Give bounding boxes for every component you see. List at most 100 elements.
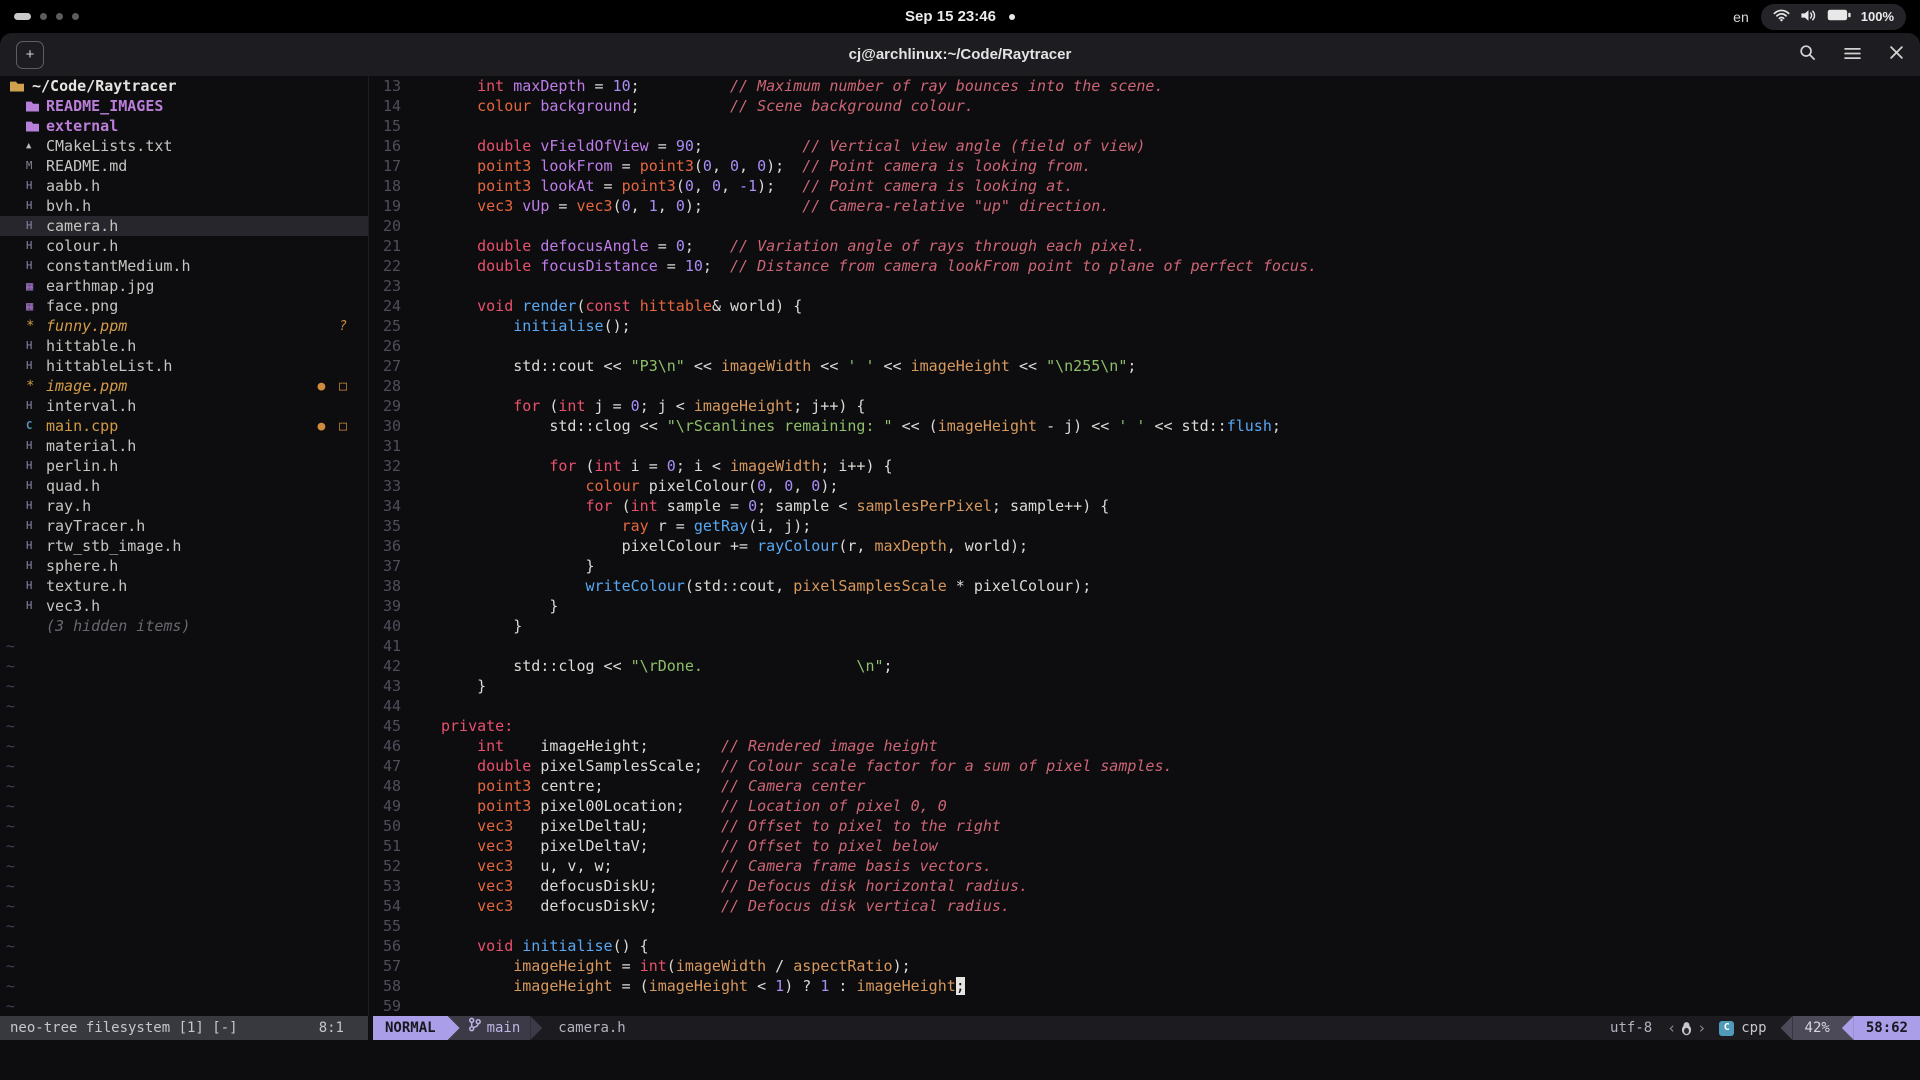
tree-item-README_IMAGES[interactable]: README_IMAGES: [0, 96, 368, 116]
code-line[interactable]: 22 double focusDistance = 10; // Distanc…: [369, 256, 1920, 276]
code-line[interactable]: 42 std::clog << "\rDone. \n";: [369, 656, 1920, 676]
code-token: flush: [1227, 417, 1272, 435]
code-line[interactable]: 24 void render(const hittable& world) {: [369, 296, 1920, 316]
code-line[interactable]: 48 point3 centre; // Camera center: [369, 776, 1920, 796]
code-line[interactable]: 19 vec3 vUp = vec3(0, 1, 0); // Camera-r…: [369, 196, 1920, 216]
new-tab-button[interactable]: +: [16, 41, 44, 69]
workspace-active-indicator[interactable]: [14, 13, 31, 20]
code-line[interactable]: 47 double pixelSamplesScale; // Colour s…: [369, 756, 1920, 776]
tree-item-rayTracer.h[interactable]: HrayTracer.h: [0, 516, 368, 536]
code-line[interactable]: 21 double defocusAngle = 0; // Variation…: [369, 236, 1920, 256]
tree-item-CMakeLists.txt[interactable]: ▲CMakeLists.txt: [0, 136, 368, 156]
tree-item-ray.h[interactable]: Hray.h: [0, 496, 368, 516]
command-line[interactable]: [0, 1040, 1920, 1080]
tree-item-hittable.h[interactable]: Hhittable.h: [0, 336, 368, 356]
code-line[interactable]: 33 colour pixelColour(0, 0, 0);: [369, 476, 1920, 496]
neo-tree-panel[interactable]: ~/Code/RaytracerREADME_IMAGESexternal▲CM…: [0, 76, 369, 1016]
code-line[interactable]: 55: [369, 916, 1920, 936]
tree-item-funny.ppm[interactable]: *funny.ppm?: [0, 316, 368, 336]
code-line[interactable]: 46 int imageHeight; // Rendered image he…: [369, 736, 1920, 756]
code-line[interactable]: 44: [369, 696, 1920, 716]
code-line[interactable]: 17 point3 lookFrom = point3(0, 0, 0); //…: [369, 156, 1920, 176]
code-line[interactable]: 14 colour background; // Scene backgroun…: [369, 96, 1920, 116]
workspace-indicators[interactable]: [14, 13, 79, 20]
code-line[interactable]: 27 std::cout << "P3\n" << imageWidth << …: [369, 356, 1920, 376]
code-line[interactable]: 40 }: [369, 616, 1920, 636]
tree-item-image.ppm[interactable]: *image.ppm● □: [0, 376, 368, 396]
line-number: 49: [369, 796, 401, 816]
clock-menu[interactable]: Sep 15 23:46: [905, 8, 1015, 25]
tree-item-perlin.h[interactable]: Hperlin.h: [0, 456, 368, 476]
code-line[interactable]: 28: [369, 376, 1920, 396]
tree-item-README.md[interactable]: MREADME.md: [0, 156, 368, 176]
code-line[interactable]: 25 initialise();: [369, 316, 1920, 336]
tree-item-aabb.h[interactable]: Haabb.h: [0, 176, 368, 196]
code-line[interactable]: 31: [369, 436, 1920, 456]
code-line[interactable]: 45private:: [369, 716, 1920, 736]
tree-item-quad.h[interactable]: Hquad.h: [0, 476, 368, 496]
code-line[interactable]: 52 vec3 u, v, w; // Camera frame basis v…: [369, 856, 1920, 876]
code-line[interactable]: 26: [369, 336, 1920, 356]
workspace-dot[interactable]: [56, 13, 63, 20]
code-line[interactable]: 34 for (int sample = 0; sample < samples…: [369, 496, 1920, 516]
tree-item-constantMedium.h[interactable]: HconstantMedium.h: [0, 256, 368, 276]
tree-item-face.png[interactable]: ▦face.png: [0, 296, 368, 316]
code-line[interactable]: 36 pixelColour += rayColour(r, maxDepth,…: [369, 536, 1920, 556]
tree-item-earthmap.jpg[interactable]: ▦earthmap.jpg: [0, 276, 368, 296]
code-line[interactable]: 53 vec3 defocusDiskU; // Defocus disk ho…: [369, 876, 1920, 896]
terminal-header: + cj@archlinux:~/Code/Raytracer: [0, 33, 1920, 76]
close-icon[interactable]: [1889, 45, 1904, 64]
workspace-dot[interactable]: [72, 13, 79, 20]
tree-item-label: sphere.h: [46, 557, 118, 575]
tree-item-rtw_stb_image.h[interactable]: Hrtw_stb_image.h: [0, 536, 368, 556]
code-line[interactable]: 37 }: [369, 556, 1920, 576]
search-icon[interactable]: [1799, 44, 1816, 65]
code-token: [441, 257, 477, 275]
code-line[interactable]: 43 }: [369, 676, 1920, 696]
tree-item-colour.h[interactable]: Hcolour.h: [0, 236, 368, 256]
code-text: pixelColour += rayColour(r, maxDepth, wo…: [441, 536, 1028, 556]
code-line[interactable]: 23: [369, 276, 1920, 296]
tree-item-external[interactable]: external: [0, 116, 368, 136]
editor-pane[interactable]: 13 int maxDepth = 10; // Maximum number …: [369, 76, 1920, 1016]
tree-item-hittableList.h[interactable]: HhittableList.h: [0, 356, 368, 376]
code-line[interactable]: 56 void initialise() {: [369, 936, 1920, 956]
code-line[interactable]: 51 vec3 pixelDeltaV; // Offset to pixel …: [369, 836, 1920, 856]
code-line[interactable]: 18 point3 lookAt = point3(0, 0, -1); // …: [369, 176, 1920, 196]
tree-item-sphere.h[interactable]: Hsphere.h: [0, 556, 368, 576]
code-line[interactable]: 39 }: [369, 596, 1920, 616]
code-line[interactable]: 20: [369, 216, 1920, 236]
code-line[interactable]: 59: [369, 996, 1920, 1016]
code-line[interactable]: 15: [369, 116, 1920, 136]
code-line[interactable]: 57 imageHeight = int(imageWidth / aspect…: [369, 956, 1920, 976]
code-line[interactable]: 58 imageHeight = (imageHeight < 1) ? 1 :…: [369, 976, 1920, 996]
tree-item-material.h[interactable]: Hmaterial.h: [0, 436, 368, 456]
tree-item-(3 hidden items)[interactable]: (3 hidden items): [0, 616, 368, 636]
tree-item-vec3.h[interactable]: Hvec3.h: [0, 596, 368, 616]
code-line[interactable]: 54 vec3 defocusDiskV; // Defocus disk ve…: [369, 896, 1920, 916]
code-line[interactable]: 29 for (int j = 0; j < imageHeight; j++)…: [369, 396, 1920, 416]
code-line[interactable]: 38 writeColour(std::cout, pixelSamplesSc…: [369, 576, 1920, 596]
code-line[interactable]: 32 for (int i = 0; i < imageWidth; i++) …: [369, 456, 1920, 476]
tree-item-texture.h[interactable]: Htexture.h: [0, 576, 368, 596]
line-number: 36: [369, 536, 401, 556]
tree-item-camera.h[interactable]: Hcamera.h: [0, 216, 368, 236]
code-line[interactable]: 49 point3 pixel00Location; // Location o…: [369, 796, 1920, 816]
code-line[interactable]: 50 vec3 pixelDeltaU; // Offset to pixel …: [369, 816, 1920, 836]
code-line[interactable]: 35 ray r = getRay(i, j);: [369, 516, 1920, 536]
tree-root-item[interactable]: ~/Code/Raytracer: [0, 76, 368, 96]
asterisk-icon: *: [26, 378, 46, 394]
neotree-statusline[interactable]: neo-tree filesystem [1] [-] 8:1: [0, 1016, 368, 1040]
tree-item-interval.h[interactable]: Hinterval.h: [0, 396, 368, 416]
code-line[interactable]: 13 int maxDepth = 10; // Maximum number …: [369, 76, 1920, 96]
code-line[interactable]: 16 double vFieldOfView = 90; // Vertical…: [369, 136, 1920, 156]
system-status-menu[interactable]: 100%: [1761, 4, 1906, 30]
code-line[interactable]: 41: [369, 636, 1920, 656]
tree-item-main.cpp[interactable]: Cmain.cpp● □: [0, 416, 368, 436]
header-icon: H: [26, 240, 46, 252]
menu-icon[interactable]: [1844, 45, 1861, 64]
workspace-dot[interactable]: [40, 13, 47, 20]
tree-item-bvh.h[interactable]: Hbvh.h: [0, 196, 368, 216]
keyboard-layout-indicator[interactable]: en: [1733, 9, 1749, 25]
code-line[interactable]: 30 std::clog << "\rScanlines remaining: …: [369, 416, 1920, 436]
